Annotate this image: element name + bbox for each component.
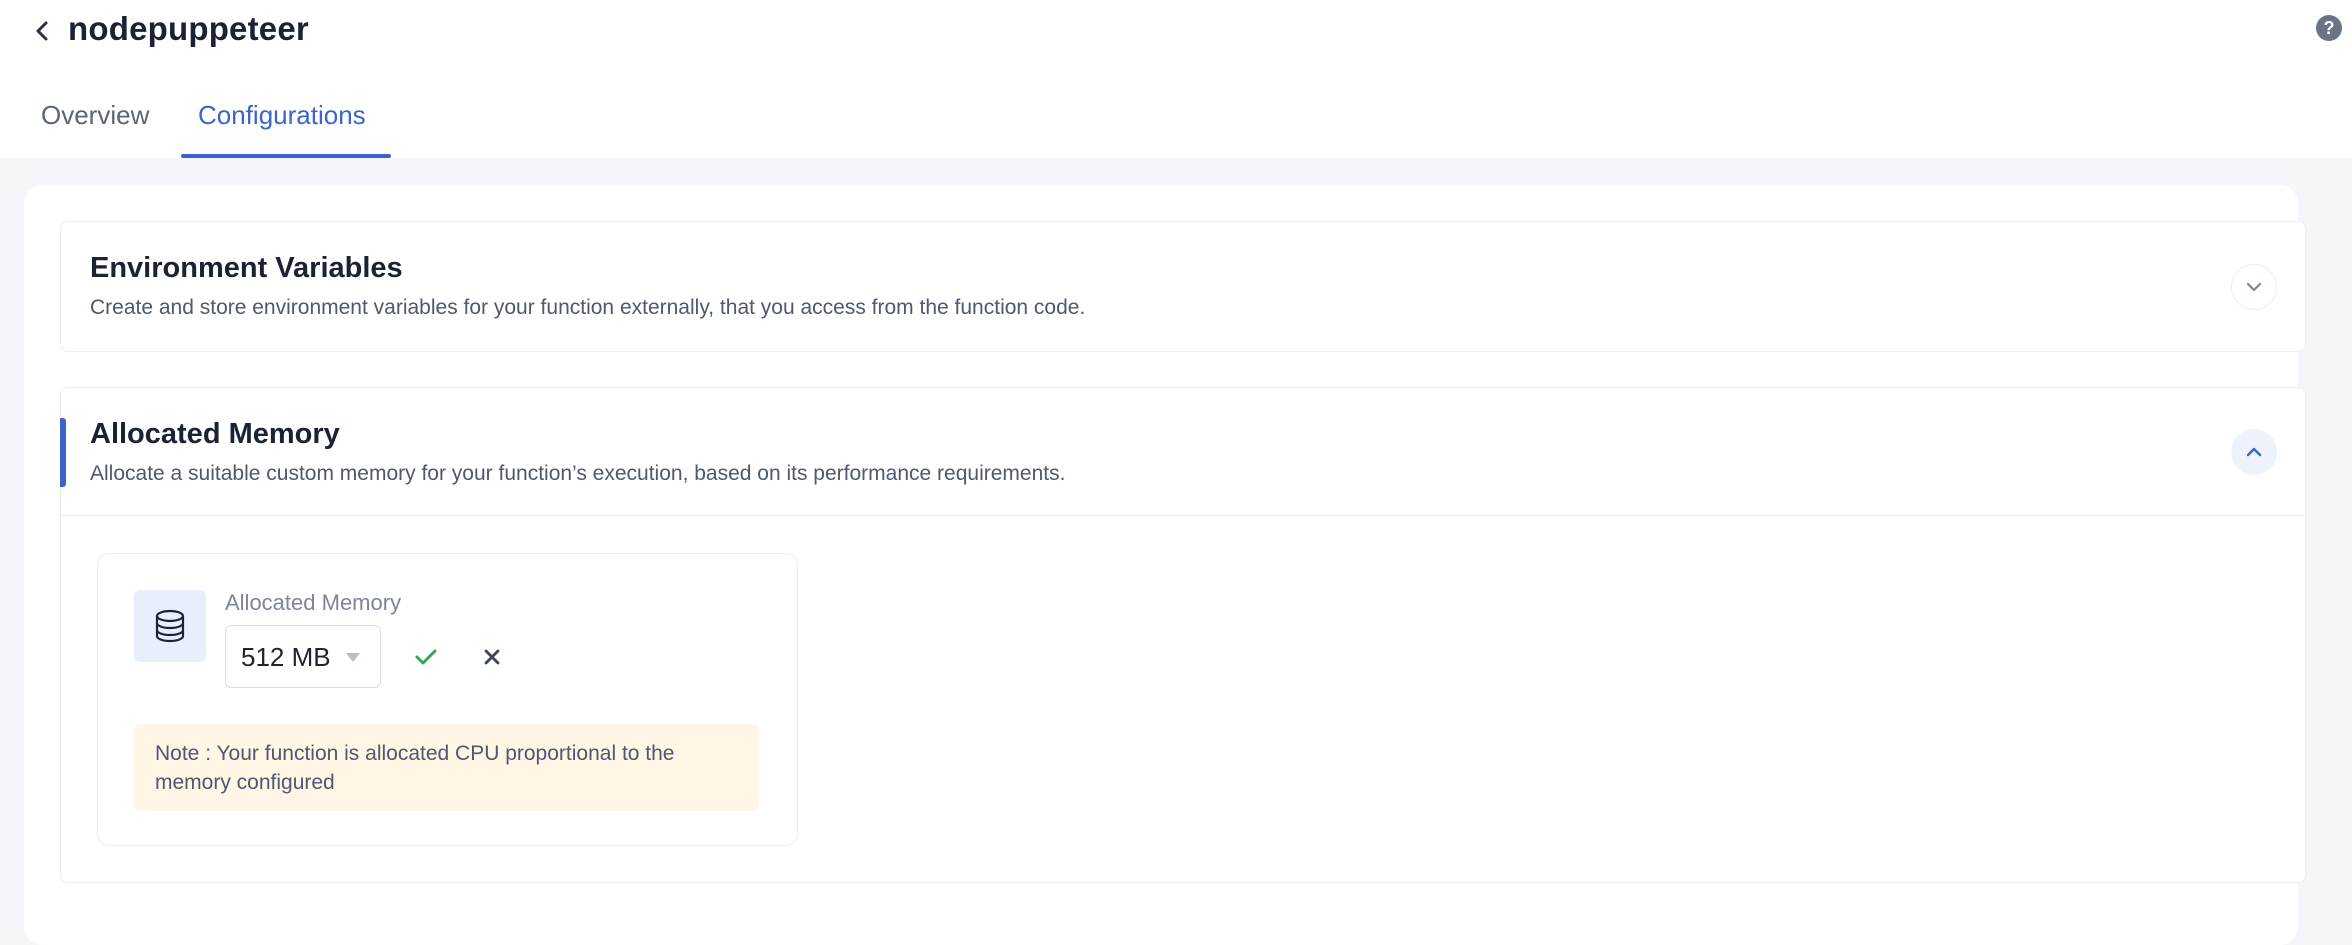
- confirm-button[interactable]: [408, 639, 444, 675]
- tab-configurations[interactable]: Configurations: [198, 100, 366, 131]
- chevron-up-icon: [2246, 447, 2262, 457]
- allocated-memory-label: Allocated Memory: [225, 590, 402, 615]
- page-title: nodepuppeteer: [68, 10, 309, 47]
- help-icon[interactable]: ?: [2316, 15, 2342, 41]
- cpu-allocation-note: Note : Your function is allocated CPU pr…: [134, 724, 759, 811]
- allocated-memory-section: Allocated Memory Allocate a suitable cus…: [60, 387, 2306, 883]
- memory-select-value: 512 MB: [241, 642, 331, 672]
- database-icon: [134, 590, 206, 662]
- close-icon: [484, 649, 500, 665]
- chevron-down-icon: [2246, 282, 2262, 292]
- section-description: Allocate a suitable custom memory for yo…: [90, 462, 1066, 485]
- collapse-toggle-button[interactable]: [2231, 429, 2277, 475]
- top-bar: nodepuppeteer ? Overview Configurations: [0, 0, 2352, 158]
- tab-overview[interactable]: Overview: [41, 100, 149, 131]
- memory-select[interactable]: 512 MB: [225, 625, 381, 688]
- section-title: Allocated Memory: [90, 418, 340, 450]
- section-title: Environment Variables: [90, 252, 403, 284]
- chevron-left-icon: [36, 21, 48, 41]
- active-tab-indicator: [181, 154, 391, 158]
- cancel-button[interactable]: [474, 639, 510, 675]
- back-button[interactable]: [28, 14, 56, 48]
- caret-down-icon: [346, 653, 360, 662]
- section-description: Create and store environment variables f…: [90, 296, 1086, 319]
- expand-toggle-button[interactable]: [2231, 264, 2277, 310]
- check-icon: [415, 649, 437, 665]
- active-section-indicator: [60, 418, 66, 487]
- divider: [61, 515, 2305, 516]
- memory-config-card: Allocated Memory 512 MB Note : Your func…: [97, 553, 798, 846]
- environment-variables-section[interactable]: Environment Variables Create and store e…: [60, 221, 2306, 352]
